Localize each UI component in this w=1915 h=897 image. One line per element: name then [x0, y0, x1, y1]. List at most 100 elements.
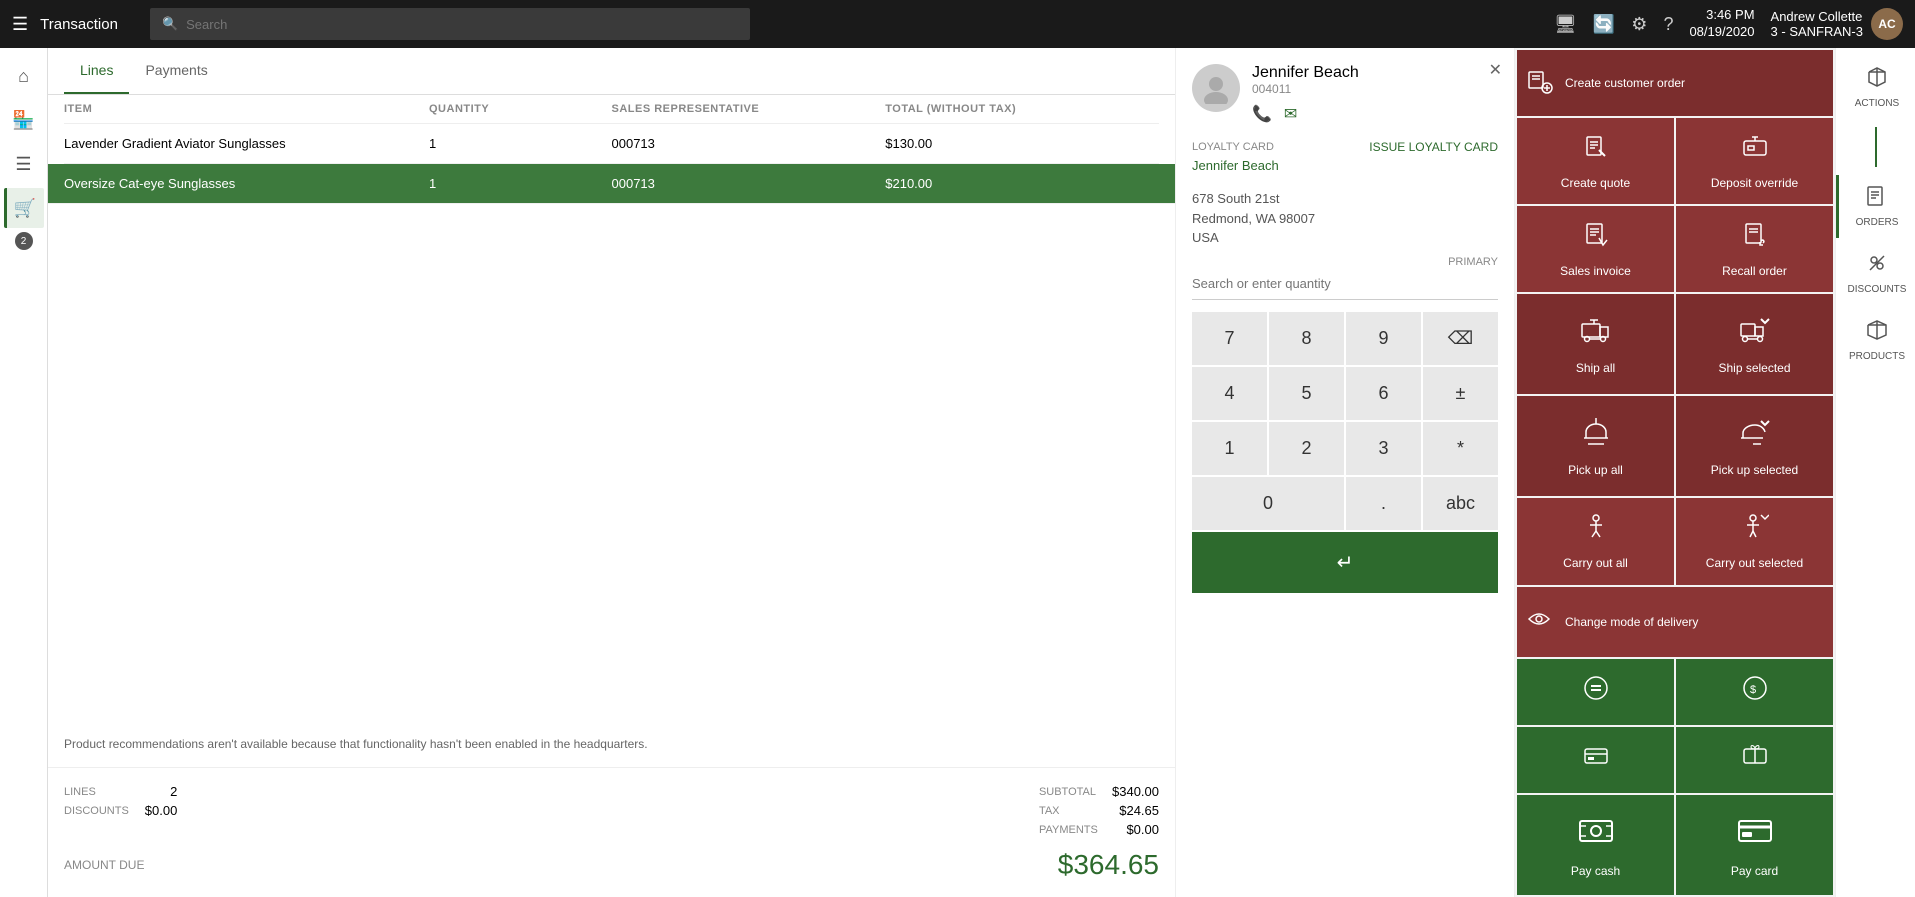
issue-loyalty-button[interactable]: Issue loyalty card — [1369, 140, 1498, 154]
tax-value: $24.65 — [1119, 803, 1159, 818]
refresh-icon[interactable]: 🔄 — [1593, 14, 1615, 35]
pay-loyalty-icon: $ — [1741, 674, 1769, 709]
search-input[interactable] — [186, 17, 738, 32]
deposit-override-tile[interactable]: Deposit override — [1676, 118, 1833, 204]
create-quote-label: Create quote — [1561, 176, 1630, 190]
change-mode-delivery-tile[interactable]: Change mode of delivery — [1517, 587, 1833, 657]
numpad-7[interactable]: 7 — [1192, 312, 1267, 365]
numpad-abc[interactable]: abc — [1423, 477, 1498, 530]
ship-selected-icon — [1739, 314, 1771, 353]
search-bar[interactable]: 🔍 — [150, 8, 750, 40]
ship-all-tile[interactable]: Ship all — [1517, 294, 1674, 394]
lines-value: 2 — [170, 784, 177, 799]
tab-payments[interactable]: Payments — [129, 48, 223, 94]
numpad-enter[interactable]: ↵ — [1192, 532, 1498, 593]
pay-card-small-tile[interactable] — [1517, 727, 1674, 793]
numpad-2[interactable]: 2 — [1269, 422, 1344, 475]
actions-label: ACTIONS — [1855, 98, 1899, 109]
left-sidebar: ⌂ 🏪 ☰ 🛒 2 — [0, 48, 48, 897]
email-icon[interactable]: ✉ — [1284, 104, 1297, 124]
ship-all-icon — [1580, 314, 1612, 353]
discounts-icon — [1866, 252, 1888, 280]
numpad-3[interactable]: 3 — [1346, 422, 1421, 475]
pick-up-all-tile[interactable]: Pick up all — [1517, 396, 1674, 496]
deposit-override-label: Deposit override — [1711, 176, 1798, 190]
recall-order-tile[interactable]: Recall order — [1676, 206, 1833, 292]
numpad-6[interactable]: 6 — [1346, 367, 1421, 420]
help-icon[interactable]: ? — [1663, 14, 1673, 35]
numpad-dot[interactable]: . — [1346, 477, 1421, 530]
amount-due-label: AMOUNT DUE — [64, 858, 144, 872]
pay-gift-icon — [1741, 742, 1769, 777]
sidebar-item-home[interactable]: ⌂ — [4, 56, 44, 96]
pay-loyalty-tile[interactable]: $ — [1676, 659, 1833, 725]
numpad-search-input[interactable] — [1192, 268, 1498, 300]
orders-label: ORDERS — [1856, 217, 1899, 228]
discounts-col-item[interactable]: DISCOUNTS — [1836, 242, 1915, 305]
sales-invoice-label: Sales invoice — [1560, 264, 1631, 278]
actions-col-item[interactable]: ACTIONS — [1836, 56, 1915, 119]
create-quote-tile[interactable]: Create quote — [1517, 118, 1674, 204]
sales-invoice-tile[interactable]: Sales invoice — [1517, 206, 1674, 292]
pick-up-all-icon — [1580, 416, 1612, 455]
numpad-area: 7 8 9 ⌫ 4 5 6 ± 1 2 3 * 0 . abc ↵ — [1192, 268, 1498, 882]
numpad-0[interactable]: 0 — [1192, 477, 1344, 530]
sidebar-item-store[interactable]: 🏪 — [4, 100, 44, 140]
products-label: PRODUCTS — [1849, 351, 1905, 362]
pay-card-label: Pay card — [1731, 864, 1778, 878]
create-customer-order-tile[interactable]: Create customer order — [1517, 50, 1833, 116]
lines-table: ITEM QUANTITY SALES REPRESENTATIVE TOTAL… — [48, 95, 1175, 721]
discounts-row: DISCOUNTS $0.00 — [64, 803, 177, 818]
clock: 3:46 PM 08/19/2020 — [1689, 7, 1754, 41]
numpad-backspace[interactable]: ⌫ — [1423, 312, 1498, 365]
sidebar-item-menu[interactable]: ☰ — [4, 144, 44, 184]
pay-equals-tile[interactable] — [1517, 659, 1674, 725]
numpad-asterisk[interactable]: * — [1423, 422, 1498, 475]
pick-up-selected-tile[interactable]: Pick up selected — [1676, 396, 1833, 496]
topbar: ☰ Transaction 🔍 🖥 🔄 ⚙ ? 3:46 PM 08/19/20… — [0, 0, 1915, 48]
customer-contact: 📞 ✉ — [1252, 104, 1359, 124]
numpad-plusminus[interactable]: ± — [1423, 367, 1498, 420]
tax-label: TAX — [1039, 805, 1060, 817]
settings-icon[interactable]: ⚙ — [1631, 14, 1647, 35]
payments-value: $0.00 — [1126, 822, 1159, 837]
pay-card-tile[interactable]: Pay card — [1676, 795, 1833, 895]
carry-out-selected-tile[interactable]: Carry out selected — [1676, 498, 1833, 584]
tab-lines[interactable]: Lines — [64, 48, 129, 94]
pay-gift-tile[interactable] — [1676, 727, 1833, 793]
table-row[interactable]: Lavender Gradient Aviator Sunglasses 1 0… — [64, 124, 1159, 164]
orders-icon — [1866, 185, 1888, 213]
info-message: Product recommendations aren't available… — [48, 721, 1175, 767]
numpad-9[interactable]: 9 — [1346, 312, 1421, 365]
numpad-8[interactable]: 8 — [1269, 312, 1344, 365]
monitor-icon[interactable]: 🖥 — [1554, 14, 1577, 35]
customer-info: Jennifer Beach 004011 📞 ✉ — [1192, 64, 1498, 124]
hamburger-menu[interactable]: ☰ — [12, 14, 28, 35]
numpad-1[interactable]: 1 — [1192, 422, 1267, 475]
pay-cash-label: Pay cash — [1571, 864, 1620, 878]
ship-selected-tile[interactable]: Ship selected — [1676, 294, 1833, 394]
products-col-item[interactable]: PRODUCTS — [1836, 309, 1915, 372]
avatar: AC — [1871, 8, 1903, 40]
close-button[interactable]: ✕ — [1489, 60, 1502, 80]
payments-label: PAYMENTS — [1039, 824, 1098, 836]
numpad-5[interactable]: 5 — [1269, 367, 1344, 420]
numpad-4[interactable]: 4 — [1192, 367, 1267, 420]
phone-icon[interactable]: 📞 — [1252, 104, 1272, 124]
transaction-area: Lines Payments ITEM QUANTITY SALES REPRE… — [48, 48, 1175, 897]
pay-cash-tile[interactable]: Pay cash — [1517, 795, 1674, 895]
customer-id: 004011 — [1252, 82, 1359, 96]
pick-up-all-label: Pick up all — [1568, 463, 1623, 477]
main-layout: ⌂ 🏪 ☰ 🛒 2 Lines Payments ITEM QUANTITY S… — [0, 48, 1915, 897]
pay-cash-icon — [1578, 813, 1614, 856]
orders-col-item[interactable]: ORDERS — [1836, 175, 1915, 238]
product-name: Oversize Cat-eye Sunglasses — [64, 176, 429, 191]
sales-rep: 000713 — [612, 176, 886, 191]
sidebar-item-cart[interactable]: 🛒 — [4, 188, 44, 228]
user-info: Andrew Collette 3 - SANFRAN-3 AC — [1771, 8, 1903, 40]
table-row[interactable]: Oversize Cat-eye Sunglasses 1 000713 $21… — [48, 164, 1175, 204]
change-mode-delivery-icon — [1525, 605, 1553, 639]
carry-out-all-tile[interactable]: Carry out all — [1517, 498, 1674, 584]
recall-order-label: Recall order — [1722, 264, 1787, 278]
pick-up-selected-icon — [1739, 416, 1771, 455]
